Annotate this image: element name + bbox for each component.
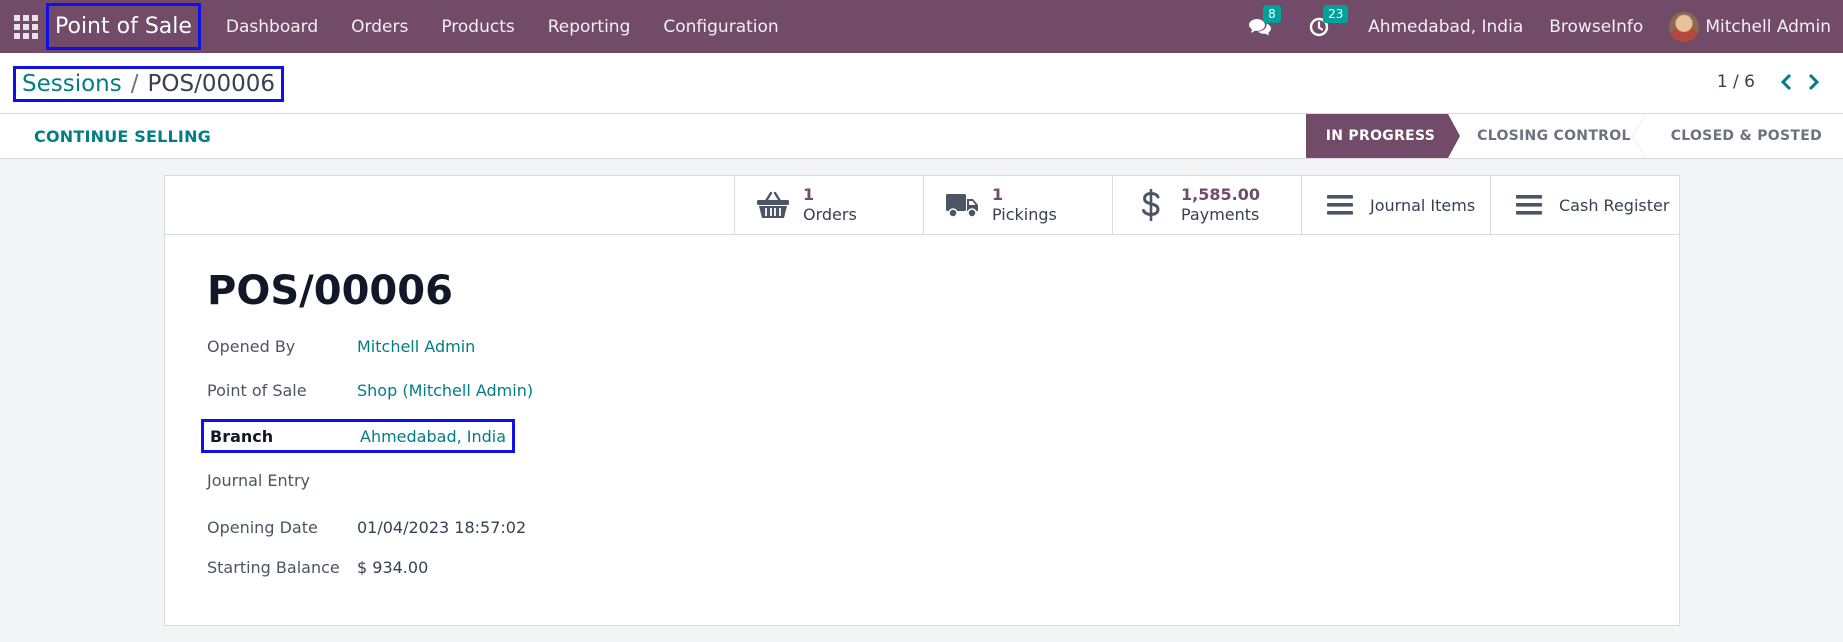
record-title: POS/00006 [207, 268, 453, 314]
breadcrumb-current: POS/00006 [147, 71, 276, 97]
company-branch-switcher[interactable]: Ahmedabad, India [1368, 17, 1523, 37]
avatar[interactable] [1669, 11, 1700, 42]
point-of-sale-label: Point of Sale [207, 380, 307, 400]
menu-products[interactable]: Products [441, 17, 514, 37]
stage-closing-control[interactable]: CLOSING CONTROL [1448, 114, 1646, 158]
user-menu[interactable]: Mitchell Admin [1705, 17, 1831, 37]
menu-reporting[interactable]: Reporting [548, 17, 631, 37]
messages-button[interactable]: 8 [1248, 4, 1281, 40]
truck-icon [944, 189, 980, 221]
pager-previous-button[interactable] [1777, 71, 1797, 93]
branch-label: Branch [210, 426, 274, 446]
stage-closed-posted[interactable]: CLOSED & POSTED [1645, 114, 1843, 158]
smart-button-box: 1 Orders 1 Pickings 1,585.00 Payments Jo… [165, 176, 1679, 235]
journal-items-label: Journal Items [1370, 195, 1476, 215]
starting-balance-label: Starting Balance [207, 557, 340, 577]
field-opening-date: Opening Date 01/04/2023 18:57:02 [207, 513, 526, 541]
breadcrumb: Sessions / POS/00006 [13, 66, 284, 102]
orders-label: Orders [803, 205, 857, 224]
menu-configuration[interactable]: Configuration [663, 17, 778, 37]
field-opened-by: Opened By Mitchell Admin [207, 332, 475, 360]
pager: 1 / 6 [1717, 71, 1823, 93]
payments-smart-button[interactable]: 1,585.00 Payments [1112, 176, 1301, 234]
list-icon [1322, 189, 1358, 221]
chevron-right-icon [1808, 73, 1820, 91]
payments-amount: 1,585.00 [1181, 185, 1260, 204]
breadcrumb-sessions-link[interactable]: Sessions [22, 71, 122, 97]
pickings-label: Pickings [992, 205, 1057, 224]
field-branch: Branch Ahmedabad, India [201, 419, 516, 453]
orders-smart-button[interactable]: 1 Orders [734, 176, 923, 234]
dollar-icon [1133, 189, 1169, 221]
activities-badge: 23 [1323, 4, 1349, 23]
payments-label: Payments [1181, 205, 1260, 224]
journal-items-smart-button[interactable]: Journal Items [1301, 176, 1490, 234]
top-navbar: Point of Sale Dashboard Orders Products … [0, 0, 1843, 53]
app-name[interactable]: Point of Sale [46, 3, 201, 50]
pager-next-button[interactable] [1803, 71, 1823, 93]
stage-pipeline: IN PROGRESS CLOSING CONTROL CLOSED & POS… [1305, 114, 1843, 158]
form-sheet: 1 Orders 1 Pickings 1,585.00 Payments Jo… [164, 175, 1680, 626]
journal-entry-label: Journal Entry [207, 470, 310, 490]
field-starting-balance: Starting Balance $ 934.00 [207, 553, 428, 581]
menu-orders[interactable]: Orders [351, 17, 408, 37]
starting-balance-value: $ 934.00 [357, 557, 429, 577]
activities-button[interactable]: 23 [1308, 4, 1349, 40]
control-panel: Sessions / POS/00006 1 / 6 [0, 53, 1843, 114]
breadcrumb-separator: / [130, 71, 139, 97]
field-journal-entry: Journal Entry [207, 466, 357, 494]
navbar-systray: 8 23 Ahmedabad, India BrowseInfo Mitchel… [1248, 0, 1843, 53]
orders-count: 1 [803, 185, 815, 204]
company-switcher[interactable]: BrowseInfo [1549, 17, 1643, 37]
cash-register-label: Cash Register [1559, 195, 1670, 215]
cash-register-smart-button[interactable]: Cash Register [1490, 176, 1679, 234]
field-point-of-sale: Point of Sale Shop (Mitchell Admin) [207, 376, 533, 404]
opened-by-value[interactable]: Mitchell Admin [357, 337, 475, 356]
list-icon [1511, 189, 1547, 221]
pickings-smart-button[interactable]: 1 Pickings [923, 176, 1112, 234]
chevron-left-icon [1780, 73, 1792, 91]
opening-date-value: 01/04/2023 18:57:02 [357, 517, 527, 537]
opened-by-label: Opened By [207, 336, 296, 356]
opening-date-label: Opening Date [207, 517, 318, 537]
pickings-count: 1 [992, 185, 1004, 204]
stage-in-progress[interactable]: IN PROGRESS [1305, 114, 1461, 158]
continue-selling-button[interactable]: CONTINUE SELLING [34, 127, 211, 146]
point-of-sale-value[interactable]: Shop (Mitchell Admin) [357, 381, 533, 400]
basket-icon [755, 189, 791, 221]
form-statusbar: CONTINUE SELLING IN PROGRESS CLOSING CON… [0, 114, 1843, 159]
branch-value[interactable]: Ahmedabad, India [360, 427, 506, 446]
pager-value[interactable]: 1 / 6 [1717, 72, 1755, 92]
messages-badge: 8 [1263, 4, 1281, 23]
menu-dashboard[interactable]: Dashboard [226, 17, 318, 37]
apps-grid-icon[interactable] [13, 14, 39, 40]
